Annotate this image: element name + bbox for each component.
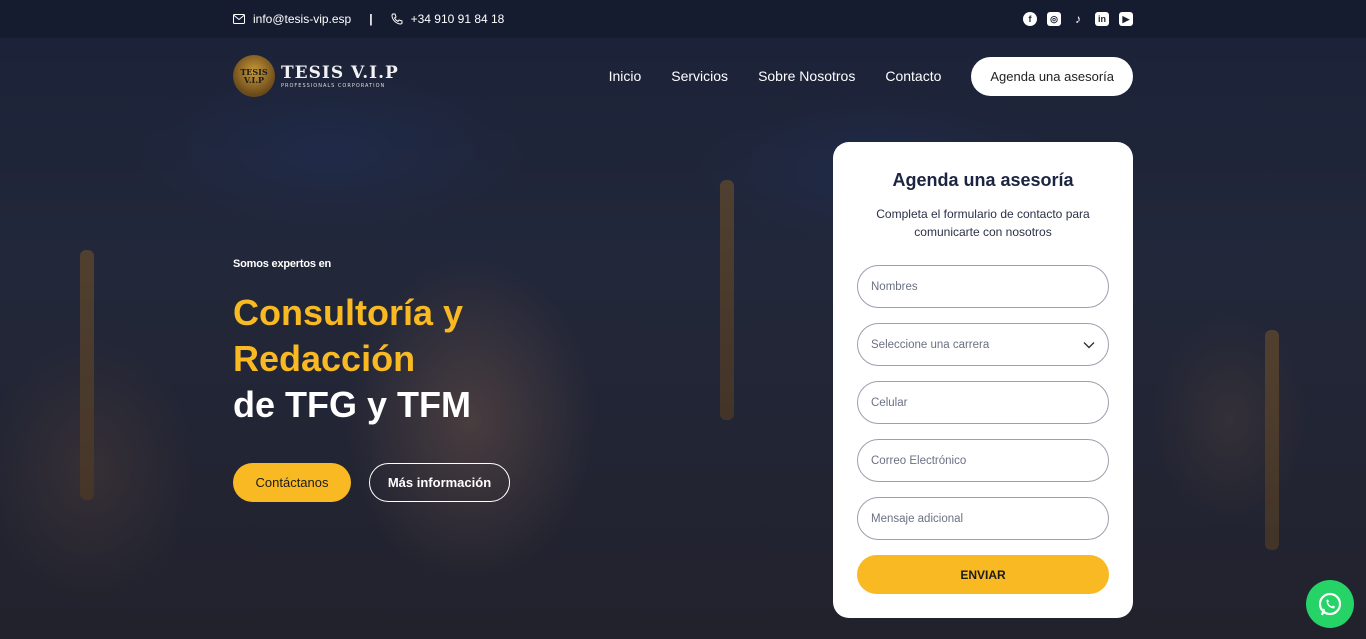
logo-subtitle: PROFESSIONALS CORPORATION xyxy=(281,83,386,89)
nav-item-servicios[interactable]: Servicios xyxy=(671,68,728,84)
nav-item-inicio[interactable]: Inicio xyxy=(609,68,642,84)
hero-kicker: Somos expertos en xyxy=(233,258,332,270)
linkedin-icon[interactable]: in xyxy=(1095,12,1109,26)
phone-icon xyxy=(391,13,403,25)
hero-headline: Consultoría y Redacción de TFG y TFM xyxy=(233,290,653,428)
hero-buttons: Contáctanos Más información xyxy=(233,463,510,502)
form-title: Agenda una asesoría xyxy=(892,170,1074,190)
social-links: f ◎ ♪ in ▶ xyxy=(1023,12,1133,26)
whatsapp-icon xyxy=(1318,592,1342,616)
nav-item-contacto[interactable]: Contacto xyxy=(885,68,941,84)
contact-form-card: Agenda una asesoría Completa el formular… xyxy=(833,142,1133,618)
whatsapp-button[interactable] xyxy=(1306,580,1354,628)
topbar-separator: | xyxy=(369,12,373,26)
form-description: Completa el formulario de contacto para … xyxy=(876,207,1090,239)
headline-line-3: de TFG y TFM xyxy=(233,384,471,425)
headline-line-2: Redacción xyxy=(233,338,416,379)
topbar-email[interactable]: info@tesis-vip.esp xyxy=(233,12,351,26)
topbar-phone[interactable]: +34 910 91 84 18 xyxy=(391,12,505,26)
carrera-select[interactable]: Seleccione una carrera xyxy=(857,323,1109,366)
celular-input[interactable]: Celular xyxy=(857,381,1109,424)
contactanos-button[interactable]: Contáctanos xyxy=(233,463,351,502)
nav-menu: Inicio Servicios Sobre Nosotros Contacto… xyxy=(609,56,1133,96)
tiktok-icon[interactable]: ♪ xyxy=(1071,12,1085,26)
youtube-icon[interactable]: ▶ xyxy=(1119,12,1133,26)
mensaje-input[interactable]: Mensaje adicional xyxy=(857,497,1109,540)
nav-item-sobre-nosotros[interactable]: Sobre Nosotros xyxy=(758,68,855,84)
facebook-icon[interactable]: f xyxy=(1023,12,1037,26)
main-nav: TESIS V.I.P TESIS V.I.P PROFESSIONALS CO… xyxy=(233,52,1133,100)
logo-badge-icon: TESIS V.I.P xyxy=(233,55,275,97)
mas-informacion-button[interactable]: Más información xyxy=(369,463,510,502)
logo-title: TESIS V.I.P xyxy=(281,63,399,83)
phone-text[interactable]: +34 910 91 84 18 xyxy=(411,12,505,26)
top-bar: info@tesis-vip.esp | +34 910 91 84 18 f … xyxy=(0,0,1366,38)
correo-input[interactable]: Correo Electrónico xyxy=(857,439,1109,482)
hero-text: Somos expertos en Consultoría y Redacció… xyxy=(233,258,653,428)
instagram-icon[interactable]: ◎ xyxy=(1047,12,1061,26)
nombres-input[interactable]: Nombres xyxy=(857,265,1109,308)
email-text[interactable]: info@tesis-vip.esp xyxy=(253,12,351,26)
headline-line-1: Consultoría y xyxy=(233,292,464,333)
agenda-asesoria-button[interactable]: Agenda una asesoría xyxy=(971,56,1133,96)
logo[interactable]: TESIS V.I.P TESIS V.I.P PROFESSIONALS CO… xyxy=(233,55,399,97)
enviar-button[interactable]: ENVIAR xyxy=(857,555,1109,594)
mail-icon xyxy=(233,14,245,24)
chevron-down-icon xyxy=(1083,341,1095,348)
